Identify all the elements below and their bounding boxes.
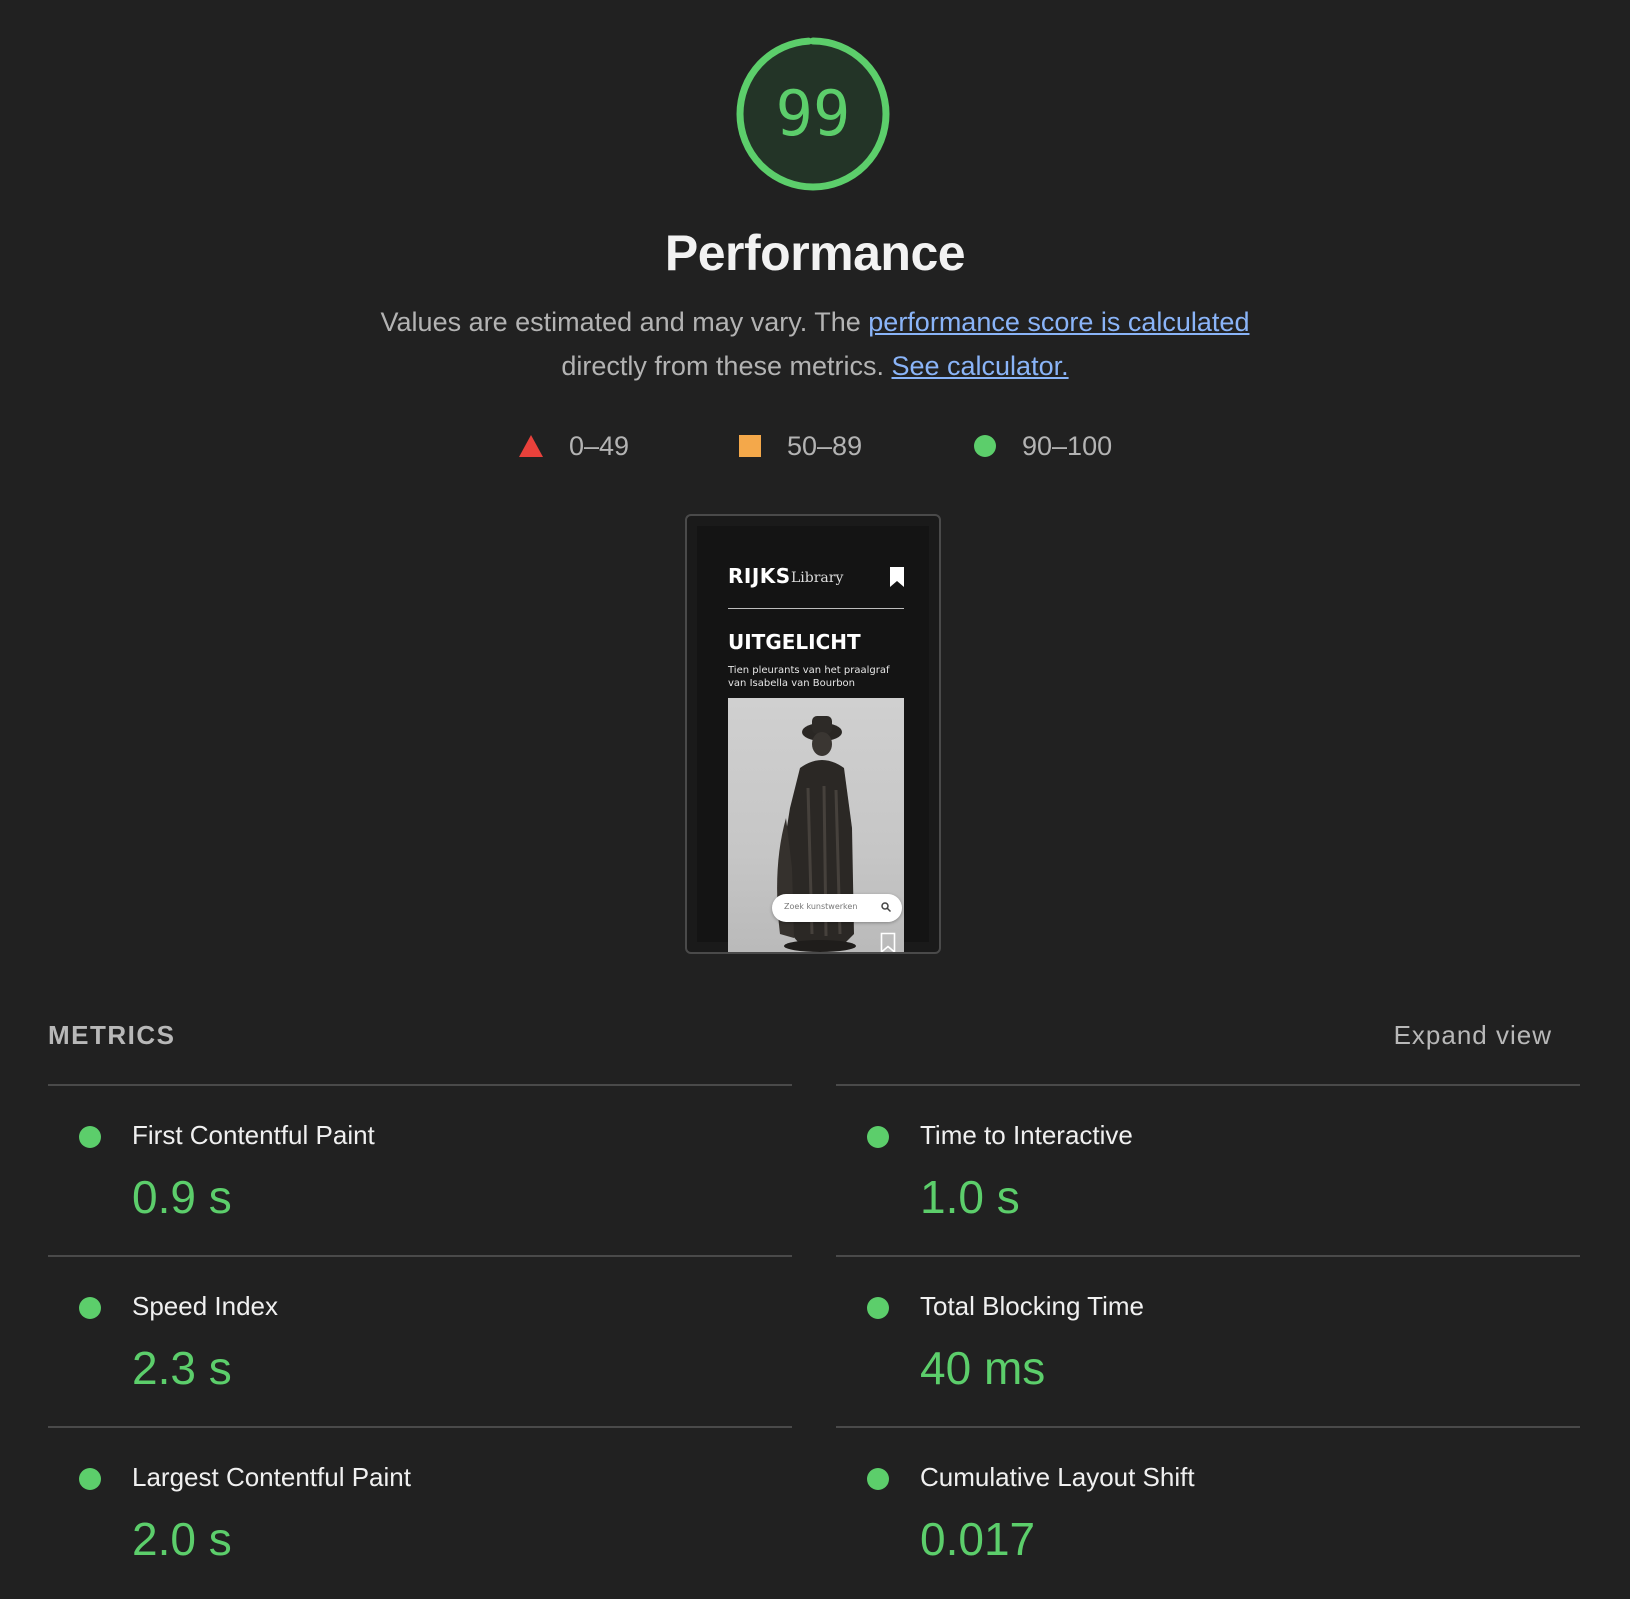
legend-label: 0–49 (569, 430, 630, 461)
legend-label: 90–100 (1022, 430, 1113, 461)
legend-item-average: 50–89 (739, 426, 862, 466)
pass-circle-icon (79, 1126, 101, 1148)
score-calculated-link[interactable]: performance score is calculated (868, 307, 1249, 337)
header-divider (728, 608, 904, 609)
metric-name: Time to Interactive (920, 1120, 1133, 1150)
site-logo: RIJKS (728, 564, 791, 588)
expand-view-toggle[interactable]: Expand view (1394, 1020, 1552, 1051)
metric-total-blocking-time: Total Blocking Time 40 ms (836, 1255, 1580, 1428)
score-value: 99 (775, 77, 851, 150)
category-title: Performance (664, 225, 966, 281)
metric-name: Cumulative Layout Shift (920, 1462, 1195, 1492)
metric-value: 0.017 (920, 1513, 1036, 1565)
bookmark-icon (890, 567, 904, 587)
pass-circle-icon (867, 1468, 889, 1490)
description-text-1: Values are estimated and may vary. The (380, 307, 869, 337)
see-calculator-link[interactable]: See calculator. (891, 351, 1068, 381)
metric-value: 2.0 s (132, 1513, 232, 1565)
final-screenshot-thumbnail[interactable]: RIJKS Library UITGELICHT Tien pleurants … (685, 514, 941, 954)
search-bar[interactable]: Zoek kunstwerken (772, 894, 902, 922)
bookmark-outline-icon (880, 932, 896, 952)
metric-value: 40 ms (920, 1342, 1046, 1394)
metric-name: Largest Contentful Paint (132, 1462, 411, 1492)
featured-heading: UITGELICHT (728, 630, 861, 654)
red-triangle-icon (519, 435, 543, 457)
metric-name: First Contentful Paint (132, 1120, 375, 1150)
performance-score-gauge: 99 (733, 34, 893, 194)
metric-name: Total Blocking Time (920, 1291, 1144, 1321)
green-circle-icon (974, 435, 996, 457)
thumbnail-page: RIJKS Library UITGELICHT Tien pleurants … (697, 526, 929, 952)
metric-cumulative-layout-shift: Cumulative Layout Shift 0.017 (836, 1426, 1580, 1599)
search-icon (881, 902, 892, 913)
search-placeholder: Zoek kunstwerken (784, 902, 858, 911)
description-text-2: directly from these metrics. (561, 351, 892, 381)
metric-time-to-interactive: Time to Interactive 1.0 s (836, 1084, 1580, 1257)
featured-subtitle: Tien pleurants van het praalgraf van Isa… (728, 665, 890, 689)
legend-label: 50–89 (787, 430, 863, 461)
pass-circle-icon (79, 1468, 101, 1490)
score-description: Values are estimated and may vary. The p… (0, 300, 1630, 388)
metric-name: Speed Index (132, 1291, 279, 1321)
orange-square-icon (739, 435, 761, 457)
pass-circle-icon (867, 1126, 889, 1148)
pass-circle-icon (79, 1297, 101, 1319)
metric-speed-index: Speed Index 2.3 s (48, 1255, 792, 1428)
pass-circle-icon (867, 1297, 889, 1319)
metric-first-contentful-paint: First Contentful Paint 0.9 s (48, 1084, 792, 1257)
metric-value: 2.3 s (132, 1342, 232, 1394)
legend-item-pass: 90–100 (974, 426, 1112, 466)
site-logo-subtitle: Library (791, 570, 844, 586)
metric-largest-contentful-paint: Largest Contentful Paint 2.0 s (48, 1426, 792, 1599)
legend-item-fail: 0–49 (519, 426, 629, 466)
metric-value: 0.9 s (132, 1171, 232, 1223)
metric-value: 1.0 s (920, 1171, 1020, 1223)
metrics-header: METRICS (48, 1020, 176, 1050)
